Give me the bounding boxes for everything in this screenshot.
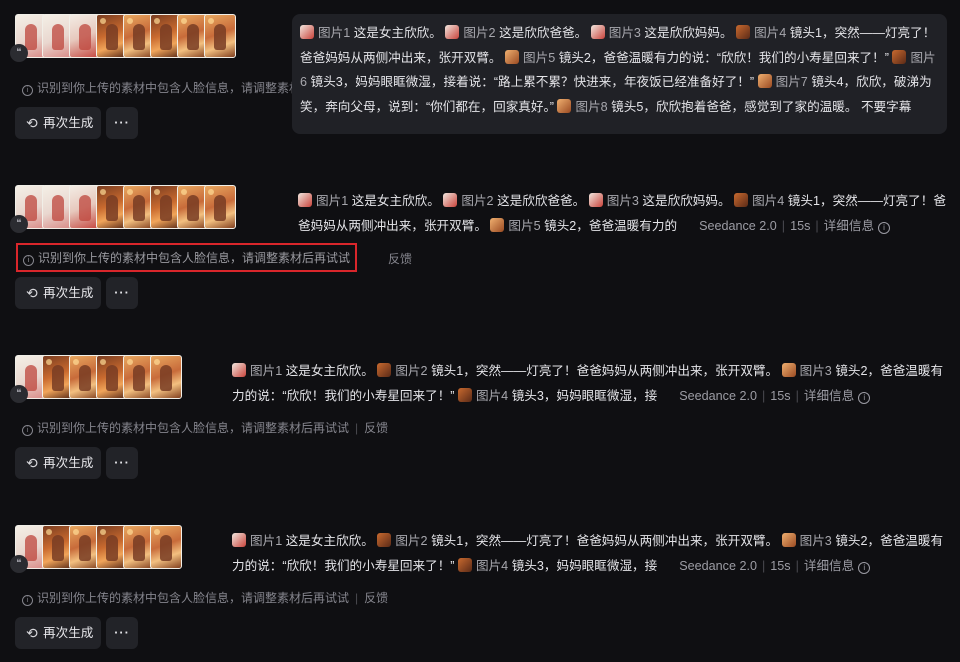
feedback-link[interactable]: 反馈 xyxy=(364,421,388,435)
reference-thumb xyxy=(150,355,182,399)
more-button[interactable]: ··· xyxy=(106,277,138,309)
feedback-link[interactable]: 反馈 xyxy=(364,591,388,605)
reference-image-icon xyxy=(300,25,314,39)
prompt-segment: 图片3 这是欣欣妈妈。 xyxy=(588,193,731,208)
info-icon: i xyxy=(23,255,34,266)
refresh-icon: ⟲ xyxy=(26,625,38,641)
generation-meta: Seedance 2.0 | 15s | 详细信息 i xyxy=(699,218,891,234)
reference-image-icon xyxy=(781,363,796,377)
reference-image-icon xyxy=(443,193,458,207)
prompt-segment: 图片4 镜头3，妈妈眼眶微湿，接 xyxy=(457,557,657,573)
reference-thumbnails[interactable] xyxy=(15,185,236,229)
prompt-text[interactable]: 图片1 这是女主欣欣。 图片2 这是欣欣爸爸。 图片3 这是欣欣妈妈。 图片4 … xyxy=(292,14,947,134)
model-name: Seedance 2.0 xyxy=(699,218,777,233)
info-icon[interactable]: i xyxy=(858,391,871,404)
duration: 15s xyxy=(770,558,791,573)
refresh-icon: ⟲ xyxy=(26,455,38,471)
prompt-segment: 图片4 镜头3，妈妈眼眶微湿，接 xyxy=(457,387,657,403)
feedback-link[interactable]: 反馈 xyxy=(388,252,412,266)
reference-image-icon xyxy=(588,193,603,207)
more-dots-icon: ··· xyxy=(114,626,130,640)
quote-icon: ❝ xyxy=(10,385,28,403)
info-icon[interactable]: i xyxy=(878,221,891,234)
reference-image-icon xyxy=(736,25,751,39)
model-name: Seedance 2.0 xyxy=(679,388,757,403)
reference-image-icon xyxy=(377,363,392,377)
reference-thumb xyxy=(204,14,236,58)
prompt-segment: 图片5 镜头2，爸爸温暖有力的 xyxy=(490,217,677,233)
prompt-segment: 图片1 这是女主欣欣。 xyxy=(232,533,374,548)
reference-image-icon xyxy=(298,193,312,207)
reference-thumb xyxy=(150,525,182,569)
reference-image-icon xyxy=(892,49,907,64)
reference-image-icon xyxy=(232,363,246,377)
info-icon: i xyxy=(22,85,33,96)
reference-image-icon xyxy=(557,98,572,113)
reference-image-icon xyxy=(445,25,460,39)
reference-image-icon xyxy=(457,387,472,402)
prompt-segment: 图片1 这是女主欣欣。 xyxy=(298,193,440,208)
face-detected-warning-highlighted: i 识别到你上传的素材中包含人脸信息，请调整素材后再试试 xyxy=(16,243,358,272)
reference-image-icon xyxy=(757,74,772,88)
duration: 15s xyxy=(770,388,791,403)
quote-icon: ❝ xyxy=(10,215,28,233)
reference-image-icon xyxy=(505,49,519,64)
reference-image-icon xyxy=(734,193,749,207)
face-detected-warning: i 识别到你上传的素材中包含人脸信息，请调整素材后再试试 | 反馈 xyxy=(22,419,388,436)
duration: 15s xyxy=(790,218,811,233)
info-icon: i xyxy=(22,595,33,606)
more-dots-icon: ··· xyxy=(114,116,130,130)
refresh-icon: ⟲ xyxy=(26,115,38,131)
prompt-segment: 图片3 这是欣欣妈妈。 xyxy=(590,25,733,40)
prompt-segment: 图片2 镜头1，突然——灯亮了！爸爸妈妈从两侧冲出来，张开双臂。 xyxy=(377,533,778,548)
prompt-segment: 图片5 镜头2，爸爸温暖有力的说：“欣欣！我们的小寿星回来了！” xyxy=(505,49,889,65)
regenerate-button[interactable]: ⟲ 再次生成 xyxy=(15,277,101,309)
prompt-segment: 图片1 这是女主欣欣。 xyxy=(232,363,374,378)
reference-image-icon xyxy=(377,533,392,547)
prompt-segment: 图片8 镜头5，欣欣抱着爸爸，感觉到了家的温暖。 不要字幕 xyxy=(557,98,911,114)
reference-image-icon xyxy=(781,533,796,547)
quote-icon: ❝ xyxy=(10,44,28,62)
prompt-text[interactable]: 图片1 这是女主欣欣。 图片2 镜头1，突然——灯亮了！爸爸妈妈从两侧冲出来，张… xyxy=(232,359,948,408)
info-icon: i xyxy=(22,425,33,436)
face-detected-warning: i识别到你上传的素材中包含人脸信息，请调整素材后再试试 xyxy=(22,79,292,96)
prompt-segment: 图片2 镜头1，突然——灯亮了！爸爸妈妈从两侧冲出来，张开双臂。 xyxy=(377,363,778,378)
regenerate-button[interactable]: ⟲ 再次生成 xyxy=(15,617,101,649)
generation-meta: Seedance 2.0 | 15s | 详细信息 i xyxy=(679,558,871,574)
more-dots-icon: ··· xyxy=(114,286,130,300)
model-name: Seedance 2.0 xyxy=(679,558,757,573)
face-detected-warning: i 识别到你上传的素材中包含人脸信息，请调整素材后再试试 | 反馈 xyxy=(22,589,388,606)
prompt-segment: 图片1 这是女主欣欣。 xyxy=(300,25,442,40)
info-icon[interactable]: i xyxy=(858,561,871,574)
feedback-link-wrap: 反馈 xyxy=(388,250,412,267)
more-button[interactable]: ··· xyxy=(106,107,138,139)
quote-icon: ❝ xyxy=(10,555,28,573)
details-link[interactable]: 详细信息 xyxy=(804,389,854,403)
prompt-segment: 图片2 这是欣欣爸爸。 xyxy=(445,25,587,40)
more-button[interactable]: ··· xyxy=(106,447,138,479)
reference-thumb xyxy=(204,185,236,229)
regenerate-button[interactable]: ⟲ 再次生成 xyxy=(15,107,101,139)
generation-meta: Seedance 2.0 | 15s | 详细信息 i xyxy=(679,388,871,404)
reference-thumbnails[interactable] xyxy=(15,525,182,569)
details-link[interactable]: 详细信息 xyxy=(824,219,874,233)
reference-thumbnails[interactable] xyxy=(15,355,182,399)
reference-image-icon xyxy=(232,533,246,547)
prompt-text[interactable]: 图片1 这是女主欣欣。 图片2 镜头1，突然——灯亮了！爸爸妈妈从两侧冲出来，张… xyxy=(232,529,948,578)
more-button[interactable]: ··· xyxy=(106,617,138,649)
more-dots-icon: ··· xyxy=(114,456,130,470)
reference-image-icon xyxy=(457,557,472,572)
regenerate-button[interactable]: ⟲ 再次生成 xyxy=(15,447,101,479)
reference-image-icon xyxy=(590,25,605,39)
prompt-text[interactable]: 图片1 这是女主欣欣。 图片2 这是欣欣爸爸。 图片3 这是欣欣妈妈。 图片4 … xyxy=(298,189,948,238)
refresh-icon: ⟲ xyxy=(26,285,38,301)
reference-thumbnails[interactable] xyxy=(15,14,236,58)
prompt-segment: 图片2 这是欣欣爸爸。 xyxy=(443,193,585,208)
reference-image-icon xyxy=(490,217,505,232)
details-link[interactable]: 详细信息 xyxy=(804,559,854,573)
